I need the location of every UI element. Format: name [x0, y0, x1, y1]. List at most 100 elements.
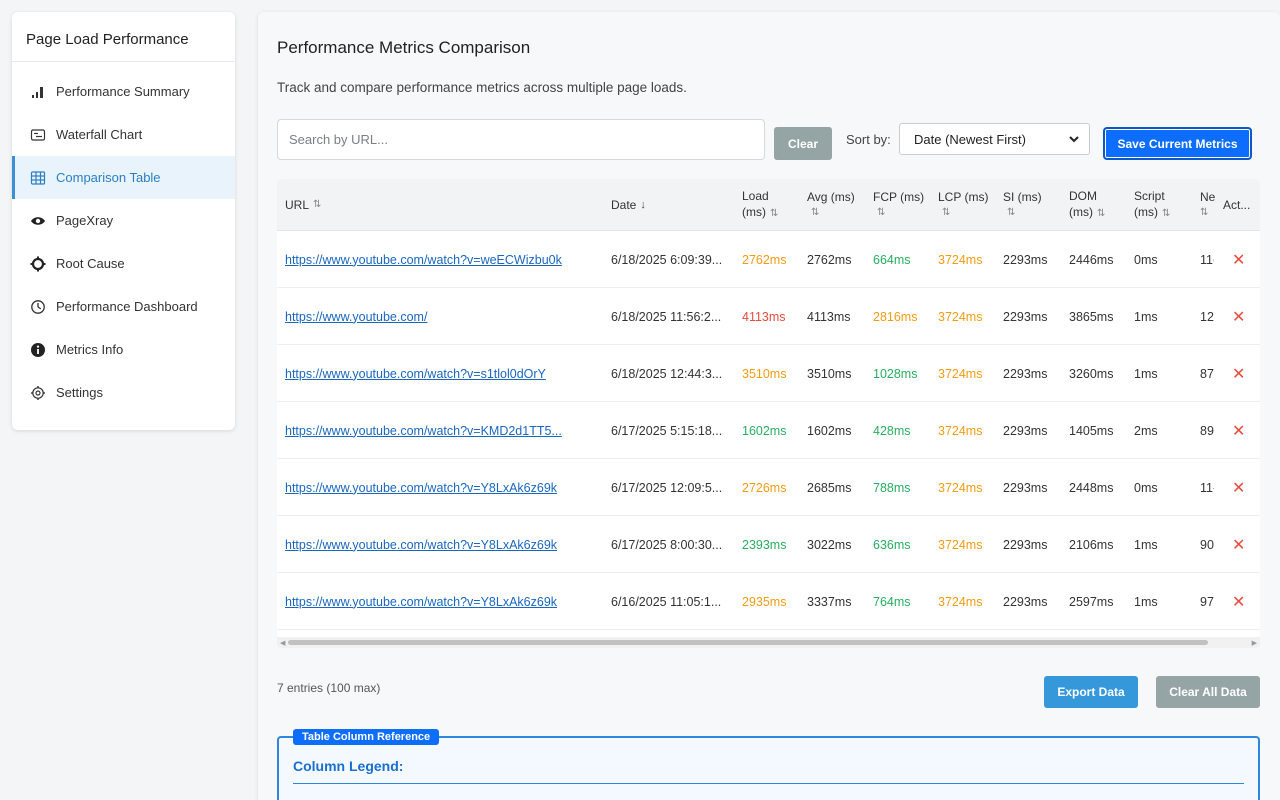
cell-si-wrap: 2293ms	[1003, 288, 1063, 345]
table-row: https://www.youtube.com/watch?v=weECWizb…	[277, 231, 1260, 288]
delete-icon[interactable]: ✕	[1232, 364, 1245, 384]
sort-icon: ⇅	[1200, 207, 1209, 218]
table-row: https://www.youtube.com/6/18/2025 11:56:…	[277, 288, 1260, 345]
clear-all-data-button[interactable]: Clear All Data	[1156, 676, 1260, 708]
cell-url[interactable]: https://www.youtube.com/watch?v=Y8LxAk6z…	[285, 595, 557, 609]
cell-script-wrap: 0ms	[1134, 459, 1194, 516]
cell-si: 2293ms	[1003, 309, 1048, 324]
divider	[293, 783, 1244, 784]
sort-select[interactable]: Date (Newest First)	[899, 123, 1090, 155]
cell-fcp-wrap: 788ms	[873, 459, 933, 516]
cell-script: 1ms	[1134, 366, 1158, 381]
sidebar-nav: Performance Summary Waterfall Chart Comp…	[12, 62, 235, 414]
horizontal-scrollbar[interactable]: ◀ ▶	[277, 637, 1260, 648]
header-network[interactable]: Ne ⇅	[1200, 179, 1215, 231]
cell-date: 6/18/2025 6:09:39...	[611, 252, 723, 267]
sidebar-item-label: Waterfall Chart	[56, 127, 143, 142]
header-url[interactable]: URL ⇅	[285, 179, 321, 231]
header-si-label: SI (ms)	[1003, 190, 1042, 204]
sidebar-item-label: Performance Dashboard	[56, 299, 198, 314]
cell-fcp-wrap: 664ms	[873, 231, 933, 288]
sidebar-item-label: Performance Summary	[56, 84, 190, 99]
cell-load: 2935ms	[742, 594, 787, 609]
delete-icon[interactable]: ✕	[1232, 535, 1245, 555]
sort-icon: ⇅	[1162, 208, 1171, 219]
sidebar-item-metrics-info[interactable]: Metrics Info	[12, 328, 235, 371]
cell-load-wrap: 2726ms	[742, 459, 802, 516]
clock-icon	[30, 299, 46, 315]
header-fcp[interactable]: FCP (ms) ⇅	[873, 179, 924, 231]
delete-icon[interactable]: ✕	[1232, 307, 1245, 327]
cell-url[interactable]: https://www.youtube.com/watch?v=Y8LxAk6z…	[285, 538, 557, 552]
sort-icon: ⇅	[811, 207, 820, 218]
sort-icon: ⇅	[1097, 208, 1106, 219]
cell-url[interactable]: https://www.youtube.com/watch?v=s1tlol0d…	[285, 367, 546, 381]
delete-icon[interactable]: ✕	[1232, 421, 1245, 441]
sidebar-item-label: Metrics Info	[56, 342, 124, 357]
cell-load: 2726ms	[742, 480, 787, 495]
sidebar-item-root-cause[interactable]: Root Cause	[12, 242, 235, 285]
cell-avg: 3022ms	[807, 537, 852, 552]
sidebar-item-performance-summary[interactable]: Performance Summary	[12, 70, 235, 113]
cell-fcp-wrap: 1028ms	[873, 345, 933, 402]
header-avg[interactable]: Avg (ms) ⇅	[807, 179, 855, 231]
scrollbar-thumb[interactable]	[288, 640, 1208, 645]
waterfall-icon	[30, 127, 46, 143]
sidebar-item-comparison-table[interactable]: Comparison Table	[12, 156, 235, 199]
delete-row-wrap: ✕	[1232, 345, 1245, 402]
cell-url[interactable]: https://www.youtube.com/watch?v=KMD2d1TT…	[285, 424, 562, 438]
cell-avg: 2762ms	[807, 252, 852, 267]
cell-lcp-wrap: 3724ms	[938, 516, 998, 573]
header-load[interactable]: Load (ms) ⇅	[742, 179, 778, 231]
cell-script-wrap: 1ms	[1134, 345, 1194, 402]
sort-icon: ⇅	[942, 207, 951, 218]
header-si[interactable]: SI (ms) ⇅	[1003, 179, 1042, 231]
header-script[interactable]: Script (ms) ⇅	[1134, 179, 1170, 231]
delete-icon[interactable]: ✕	[1232, 592, 1245, 612]
cell-url-wrap: https://www.youtube.com/watch?v=Y8LxAk6z…	[285, 573, 595, 630]
scroll-left-icon[interactable]: ◀	[280, 639, 285, 647]
sidebar-item-label: Root Cause	[56, 256, 125, 271]
sidebar-item-settings[interactable]: Settings	[12, 371, 235, 414]
cell-network-wrap: 90-	[1200, 516, 1214, 573]
cell-lcp: 3724ms	[938, 537, 983, 552]
cell-url[interactable]: https://www.youtube.com/watch?v=Y8LxAk6z…	[285, 481, 557, 495]
header-lcp[interactable]: LCP (ms) ⇅	[938, 179, 988, 231]
sort-desc-icon: ↓	[640, 199, 646, 211]
scroll-right-icon[interactable]: ▶	[1252, 639, 1257, 647]
cell-avg-wrap: 2685ms	[807, 459, 867, 516]
cell-network: 89:	[1200, 423, 1214, 438]
sidebar-item-performance-dashboard[interactable]: Performance Dashboard	[12, 285, 235, 328]
sort-icon: ⇅	[313, 199, 322, 210]
sidebar-item-pagexray[interactable]: PageXray	[12, 199, 235, 242]
header-actions: Act...	[1223, 179, 1250, 231]
header-date[interactable]: Date ↓	[611, 179, 646, 231]
delete-icon[interactable]: ✕	[1232, 478, 1245, 498]
cell-avg-wrap: 1602ms	[807, 402, 867, 459]
cell-avg: 3337ms	[807, 594, 852, 609]
clear-search-button[interactable]: Clear	[774, 127, 832, 160]
cell-fcp-wrap: 636ms	[873, 516, 933, 573]
cell-url[interactable]: https://www.youtube.com/watch?v=weECWizb…	[285, 253, 562, 267]
cell-avg-wrap: 3337ms	[807, 573, 867, 630]
sidebar-item-waterfall-chart[interactable]: Waterfall Chart	[12, 113, 235, 156]
cell-date-wrap: 6/17/2025 5:15:18...	[611, 402, 736, 459]
cell-network: 87(	[1200, 366, 1214, 381]
cell-script: 0ms	[1134, 480, 1158, 495]
export-data-button[interactable]: Export Data	[1044, 676, 1138, 708]
sort-icon: ⇅	[770, 208, 779, 219]
search-input[interactable]	[277, 119, 765, 160]
cell-url[interactable]: https://www.youtube.com/	[285, 310, 427, 324]
header-actions-label: Act...	[1223, 198, 1251, 212]
info-icon	[30, 342, 46, 358]
cell-load-wrap: 2393ms	[742, 516, 802, 573]
delete-icon[interactable]: ✕	[1232, 250, 1245, 270]
cell-avg: 3510ms	[807, 366, 852, 381]
header-url-label: URL	[285, 198, 310, 212]
save-metrics-button[interactable]: Save Current Metrics	[1103, 127, 1252, 160]
cell-si: 2293ms	[1003, 252, 1048, 267]
cell-date: 6/18/2025 12:44:3...	[611, 366, 723, 381]
table-row: https://www.youtube.com/watch?v=Y8LxAk6z…	[277, 573, 1260, 630]
header-dom[interactable]: DOM (ms) ⇅	[1069, 179, 1105, 231]
cell-load: 2393ms	[742, 537, 787, 552]
